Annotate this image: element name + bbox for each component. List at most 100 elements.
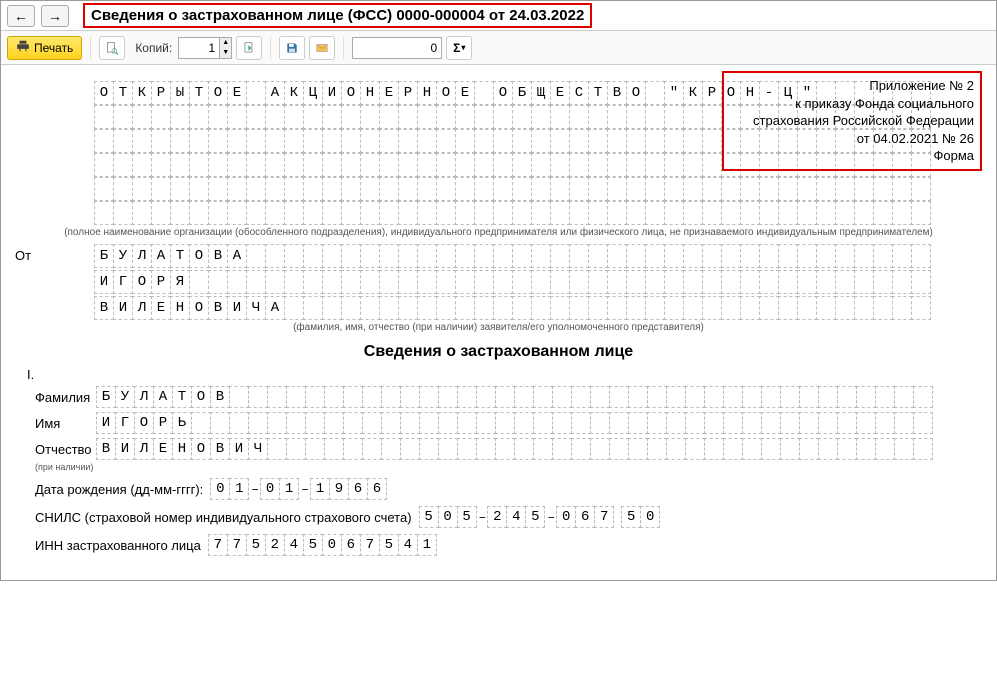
char-cell	[495, 412, 515, 434]
char-cell	[94, 129, 114, 153]
number-input[interactable]	[352, 37, 442, 59]
char-cell	[267, 386, 287, 408]
char-cell: И	[322, 81, 342, 105]
char-cell	[723, 386, 743, 408]
char-cell	[341, 129, 361, 153]
char-cell: Б	[512, 81, 532, 105]
char-cell	[721, 201, 741, 225]
char-cell: 7	[227, 534, 247, 556]
char-cell	[569, 177, 589, 201]
char-cell	[683, 296, 703, 320]
char-cell	[248, 412, 268, 434]
char-cell	[854, 201, 874, 225]
char-cell	[837, 438, 857, 460]
save-button[interactable]	[279, 36, 305, 60]
char-cell	[778, 270, 798, 294]
char-cell	[436, 270, 456, 294]
char-cell	[493, 153, 513, 177]
char-cell	[911, 270, 931, 294]
char-cell	[818, 386, 838, 408]
char-cell	[778, 177, 798, 201]
char-cell	[683, 244, 703, 268]
char-cell	[474, 201, 494, 225]
char-cell	[607, 129, 627, 153]
sum-button[interactable]: Σ▾	[446, 36, 472, 60]
char-cell	[493, 129, 513, 153]
char-cell	[360, 270, 380, 294]
char-cell	[248, 386, 268, 408]
char-cell: Т	[172, 386, 192, 408]
char-cell	[704, 386, 724, 408]
char-cell	[607, 201, 627, 225]
org-row	[95, 201, 982, 225]
char-cell	[227, 270, 247, 294]
nav-forward-button[interactable]: →	[41, 5, 69, 27]
char-cell	[457, 412, 477, 434]
char-cell: Г	[115, 412, 135, 434]
char-cell	[609, 412, 629, 434]
char-cell	[474, 270, 494, 294]
char-cell	[208, 105, 228, 129]
char-cell: И	[113, 296, 133, 320]
char-cell	[740, 296, 760, 320]
char-cell	[170, 201, 190, 225]
copies-input[interactable]	[179, 38, 219, 58]
char-cell	[685, 386, 705, 408]
char-cell	[265, 244, 285, 268]
char-cell	[892, 244, 912, 268]
char-cell	[417, 201, 437, 225]
char-cell	[569, 296, 589, 320]
stepper-up-icon[interactable]: ▲	[219, 38, 231, 48]
appendix-line: от 04.02.2021 № 26	[730, 130, 974, 148]
char-cell: Е	[550, 81, 570, 105]
char-cell	[854, 177, 874, 201]
copies-stepper[interactable]: ▲ ▼	[178, 37, 232, 59]
char-cell	[208, 129, 228, 153]
char-cell	[417, 296, 437, 320]
char-cell	[303, 105, 323, 129]
char-cell	[170, 153, 190, 177]
char-cell	[664, 129, 684, 153]
char-cell	[379, 296, 399, 320]
char-cell	[607, 105, 627, 129]
char-cell	[267, 438, 287, 460]
preview-button[interactable]	[99, 36, 125, 60]
char-cell: В	[210, 386, 230, 408]
char-cell	[854, 296, 874, 320]
page-settings-button[interactable]	[236, 36, 262, 60]
char-cell	[305, 386, 325, 408]
char-cell	[151, 177, 171, 201]
print-button[interactable]: Печать	[7, 36, 82, 60]
appendix-box: Приложение № 2 к приказу Фонда социально…	[722, 71, 982, 171]
char-cell	[664, 105, 684, 129]
char-cell: И	[96, 412, 116, 434]
char-cell: Л	[132, 296, 152, 320]
char-cell	[322, 153, 342, 177]
char-cell	[210, 412, 230, 434]
char-cell: 4	[506, 506, 526, 528]
char-cell	[531, 129, 551, 153]
char-cell: 0	[556, 506, 576, 528]
char-cell: 4	[284, 534, 304, 556]
char-cell	[189, 105, 209, 129]
char-cell	[531, 105, 551, 129]
char-cell	[875, 386, 895, 408]
char-cell	[151, 129, 171, 153]
char-cell	[590, 412, 610, 434]
char-cell	[626, 153, 646, 177]
char-cell: 5	[419, 506, 439, 528]
char-cell	[455, 244, 475, 268]
nav-back-button[interactable]: ←	[7, 5, 35, 27]
char-cell	[476, 438, 496, 460]
stepper-down-icon[interactable]: ▼	[219, 48, 231, 58]
char-cell	[457, 386, 477, 408]
email-button[interactable]	[309, 36, 335, 60]
char-cell	[227, 177, 247, 201]
char-cell: О	[191, 386, 211, 408]
char-cell	[531, 296, 551, 320]
char-cell	[343, 438, 363, 460]
char-cell	[436, 201, 456, 225]
char-cell	[550, 270, 570, 294]
char-cell	[759, 296, 779, 320]
char-cell	[816, 296, 836, 320]
